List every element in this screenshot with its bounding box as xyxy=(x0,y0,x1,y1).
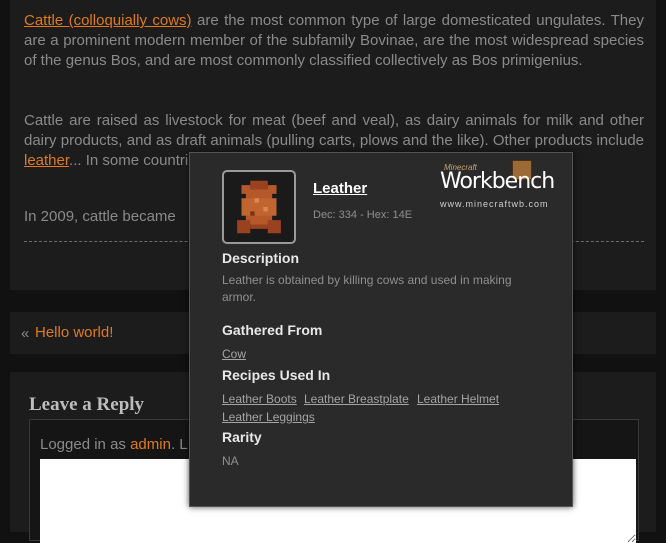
paragraph-2-text-a: Cattle are raised as livestock for meat … xyxy=(24,112,644,149)
rarity-title: Rarity xyxy=(222,429,262,445)
recipe-link-leggings[interactable]: Leather Leggings xyxy=(222,410,315,424)
reply-title: Leave a Reply xyxy=(29,394,145,415)
previous-arrow: « xyxy=(21,325,30,342)
leather-link[interactable]: leather xyxy=(24,152,69,169)
paragraph-3-text: In 2009, cattle became xyxy=(24,208,176,225)
recipe-link-breastplate[interactable]: Leather Breastplate xyxy=(304,392,409,406)
logo-big-text: Workbench xyxy=(440,169,555,194)
recipe-link-helmet[interactable]: Leather Helmet xyxy=(417,392,499,406)
description-title: Description xyxy=(222,250,300,266)
logo-url-text: www.minecraftwb.com xyxy=(440,199,549,209)
gathered-from-title: Gathered From xyxy=(222,322,323,338)
item-name-link[interactable]: Leather xyxy=(313,180,367,197)
description-text: Leather is obtained by killing cows and … xyxy=(222,273,512,304)
leather-icon xyxy=(237,180,281,234)
recipes-title: Recipes Used In xyxy=(222,367,331,383)
item-tooltip: Leather Dec: 334 - Hex: 14E Minecraft Wo… xyxy=(189,152,573,507)
logged-suffix: . L xyxy=(170,436,188,453)
previous-post-link[interactable]: Hello world! xyxy=(35,324,113,341)
logged-in-text: Logged in as admin. L xyxy=(40,436,188,453)
gathered-cow-link[interactable]: Cow xyxy=(222,347,246,361)
item-icon-frame xyxy=(222,170,296,244)
admin-link[interactable]: admin xyxy=(130,436,171,453)
article-paragraph-1: Cattle (colloquially cows) are the most … xyxy=(24,11,644,71)
rarity-value: NA xyxy=(222,454,239,468)
cattle-link[interactable]: Cattle (colloquially cows) xyxy=(24,12,192,29)
item-id-info: Dec: 334 - Hex: 14E xyxy=(313,209,413,221)
recipe-link-boots[interactable]: Leather Boots xyxy=(222,392,297,406)
logged-prefix: Logged in as xyxy=(40,436,131,453)
workbench-logo: Minecraft Workbench www.minecraftwb.com xyxy=(440,160,560,209)
